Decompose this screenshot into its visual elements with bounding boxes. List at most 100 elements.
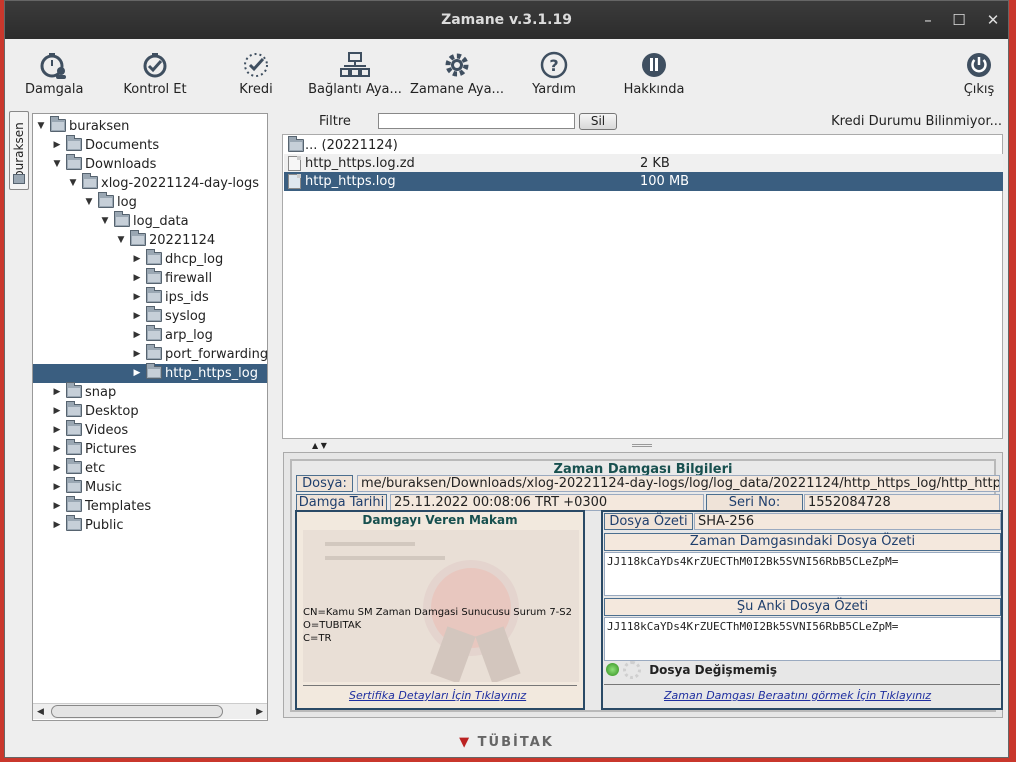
tree-item-label: firewall: [165, 271, 213, 286]
expand-toggle-icon[interactable]: ▶: [51, 136, 63, 155]
folder-icon: [66, 401, 82, 417]
folder-icon: [146, 306, 162, 322]
file-name: http_https.log: [305, 174, 396, 189]
dosya-path-field[interactable]: me/buraksen/Downloads/xlog-20221124-day-…: [357, 475, 1000, 492]
tree-horizontal-scrollbar[interactable]: ◀ ▶: [33, 703, 267, 719]
hakkinda-button[interactable]: Hakkında: [623, 51, 685, 97]
expand-toggle-icon[interactable]: ▶: [131, 250, 143, 269]
current-hash-header: Şu Anki Dosya Özeti: [604, 598, 1001, 616]
vertical-splitter[interactable]: [272, 113, 278, 721]
side-tab-label: buraksen: [12, 122, 26, 178]
certificate-line: [325, 556, 445, 560]
tree-item[interactable]: ▼ 20221124: [115, 230, 215, 250]
yardim-label: Yardım: [532, 82, 576, 97]
tree-item[interactable]: ▶ Public: [51, 515, 123, 535]
tree-item[interactable]: ▼ xlog-20221124-day-logs: [67, 173, 259, 193]
folder-icon: [66, 439, 82, 455]
maximize-button[interactable]: ☐: [948, 9, 970, 31]
tree-item[interactable]: ▶ Music: [51, 477, 122, 497]
expand-toggle-icon[interactable]: ▶: [51, 383, 63, 402]
tree-item-label: log: [117, 195, 137, 210]
tree-item[interactable]: ▶ Pictures: [51, 439, 136, 459]
tree-item[interactable]: ▶ Videos: [51, 420, 128, 440]
side-tab-buraksen[interactable]: buraksen: [9, 111, 29, 190]
current-hash-value[interactable]: JJ118kCaYDs4KrZUECThM0I2Bk5SVNI56RbB5CLe…: [604, 617, 1001, 661]
cikis-button[interactable]: Çıkış: [959, 51, 999, 97]
issuer-panel: Damgayı Veren Makam CN=Kamu SM Zaman Dam…: [295, 510, 585, 710]
expand-toggle-icon[interactable]: ▼: [67, 174, 79, 193]
expand-toggle-icon[interactable]: ▶: [51, 497, 63, 516]
baglanti-ayarlari-button[interactable]: Bağlantı Aya...: [307, 51, 403, 97]
tree-item[interactable]: ▶ arp_log: [131, 325, 213, 345]
yardim-button[interactable]: ? Yardım: [530, 51, 578, 97]
expand-toggle-icon[interactable]: ▶: [131, 326, 143, 345]
tree-item[interactable]: ▶ syslog: [131, 306, 206, 326]
folder-icon: [66, 135, 82, 151]
expand-toggle-icon[interactable]: ▶: [51, 440, 63, 459]
expand-toggle-icon[interactable]: ▼: [115, 231, 127, 250]
berat-link[interactable]: Zaman Damgası Beraatını görmek İçin Tıkl…: [664, 689, 931, 702]
expand-toggle-icon[interactable]: ▼: [51, 155, 63, 174]
close-button[interactable]: ✕: [982, 9, 1004, 31]
scroll-thumb[interactable]: [51, 705, 223, 718]
zamane-ayarlari-button[interactable]: Zamane Aya...: [409, 51, 505, 97]
tree-item-selected[interactable]: ▶ http_https_log: [33, 363, 267, 383]
expand-toggle-icon[interactable]: ▶: [51, 421, 63, 440]
hakkinda-label: Hakkında: [623, 82, 685, 97]
expand-toggle-icon[interactable]: ▶: [131, 364, 143, 383]
expand-toggle-icon[interactable]: ▼: [35, 117, 47, 136]
folder-icon: [114, 211, 130, 227]
file-row-selected[interactable]: http_https.log 100 MB: [284, 172, 1003, 191]
folder-tree[interactable]: ▼ buraksen ▶ Documents ▼ Downloads ▼ xlog-20…: [32, 113, 268, 721]
damgala-button[interactable]: Damgala: [25, 51, 83, 97]
kontrol-et-button[interactable]: Kontrol Et: [123, 51, 187, 97]
expand-toggle-icon[interactable]: ▼: [99, 212, 111, 231]
dotted-check-icon: [244, 53, 268, 77]
tree-item[interactable]: ▼ log: [83, 192, 137, 212]
split-arrows-icon[interactable]: ▲ ▼: [312, 441, 327, 450]
tree-item[interactable]: ▶ snap: [51, 382, 116, 402]
tree-item-label: dhcp_log: [165, 252, 224, 267]
certificate-details-link[interactable]: Sertifika Detayları İçin Tıklayınız: [349, 689, 526, 702]
expand-toggle-icon[interactable]: ▶: [131, 345, 143, 364]
scroll-right-icon[interactable]: ▶: [256, 704, 263, 720]
tree-item-label: etc: [85, 461, 106, 476]
scroll-left-icon[interactable]: ◀: [37, 704, 44, 720]
tree-item[interactable]: ▶ Desktop: [51, 401, 139, 421]
expand-toggle-icon[interactable]: ▶: [131, 288, 143, 307]
damgala-label: Damgala: [25, 82, 84, 97]
expand-toggle-icon[interactable]: ▶: [51, 459, 63, 478]
expand-toggle-icon[interactable]: ▶: [131, 269, 143, 288]
file-row[interactable]: http_https.log.zd 2 KB: [284, 154, 1003, 173]
tree-item[interactable]: ▶ Templates: [51, 496, 151, 516]
expand-toggle-icon[interactable]: ▼: [83, 193, 95, 212]
kredi-button[interactable]: Kredi: [234, 51, 278, 97]
clear-filter-button[interactable]: Sil: [579, 113, 617, 130]
folder-icon: [66, 382, 82, 398]
tree-item[interactable]: ▶ ips_ids: [131, 287, 209, 307]
tree-item[interactable]: ▶ etc: [51, 458, 106, 478]
tree-item[interactable]: ▼ log_data: [99, 211, 189, 231]
file-row-parent[interactable]: ... (20221124): [284, 136, 1003, 155]
tree-item[interactable]: ▶ firewall: [131, 268, 213, 288]
stamped-hash-value[interactable]: JJ118kCaYDs4KrZUECThM0I2Bk5SVNI56RbB5CLe…: [604, 552, 1001, 596]
minimize-button[interactable]: –: [917, 9, 939, 31]
horizontal-splitter[interactable]: ▲ ▼: [282, 441, 1003, 450]
file-icon: [288, 156, 301, 171]
expand-toggle-icon[interactable]: ▶: [51, 478, 63, 497]
expand-toggle-icon[interactable]: ▶: [131, 307, 143, 326]
split-grip-icon[interactable]: [632, 444, 652, 447]
tree-item[interactable]: ▶ port_forwarding: [131, 344, 267, 364]
tree-item[interactable]: ▼ buraksen: [35, 116, 129, 136]
status-ok-icon: [606, 663, 619, 676]
tree-item-label: Desktop: [85, 404, 139, 419]
issuer-cn: CN=Kamu SM Zaman Damgasi Sunucusu Surum …: [303, 607, 572, 618]
file-name: ... (20221124): [305, 138, 398, 153]
expand-toggle-icon[interactable]: ▶: [51, 402, 63, 421]
tree-item[interactable]: ▶ dhcp_log: [131, 249, 224, 269]
tree-item[interactable]: ▼ Downloads: [51, 154, 156, 174]
expand-toggle-icon[interactable]: ▶: [51, 516, 63, 535]
tree-item[interactable]: ▶ Documents: [51, 135, 159, 155]
divider: [604, 684, 1000, 685]
filter-input[interactable]: [378, 113, 575, 129]
